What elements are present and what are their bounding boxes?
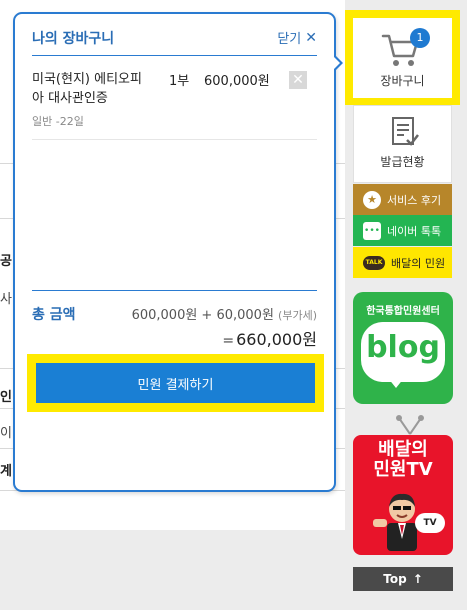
total-divider <box>32 290 317 291</box>
chat-icon: ••• <box>363 221 381 240</box>
sidebar-naver-label: 네이버 톡톡 <box>387 224 442 238</box>
scroll-top-label: Top <box>383 572 407 586</box>
sidebar-review-label: 서비스 후기 <box>387 193 442 207</box>
scroll-top-button[interactable]: Top ↑ <box>353 567 453 591</box>
kakao-talk-icon: TALK <box>363 255 385 270</box>
total-vat: (부가세) <box>278 309 317 322</box>
total-breakdown: 600,000원 + 60,000원 (부가세) <box>132 304 317 323</box>
background-fragment: 사 <box>0 292 12 307</box>
background-fragment: 이 <box>0 426 12 441</box>
cart-panel: 나의 장바구니 닫기 ✕ 미국(현지) 에티오피아 대사관인증 1부 600,0… <box>13 12 336 492</box>
cart-title: 나의 장바구니 <box>32 31 115 47</box>
cart-item-qty: 1부 <box>169 74 190 89</box>
background-fragment: 인 <box>0 390 12 405</box>
cart-item-name: 미국(현지) 에티오피아 대사관인증 <box>32 72 142 106</box>
sidebar-kakao-link[interactable]: TALK 배달의 민원 <box>353 247 452 278</box>
total-sum: = 660,000원 <box>222 326 317 350</box>
pay-button-highlight: 민원 결제하기 <box>27 354 324 412</box>
tv-title: 배달의 민원TV <box>353 440 453 480</box>
blog-logo-text: blog <box>366 330 440 365</box>
star-icon: ★ <box>363 190 381 209</box>
remove-item-button[interactable]: ✕ <box>289 71 307 89</box>
total-equals: = <box>222 333 235 349</box>
sidebar-review-link[interactable]: ★ 서비스 후기 <box>353 184 452 215</box>
blog-banner[interactable]: 한국통합민원센터 blog <box>353 292 453 404</box>
blog-bubble-tail <box>388 378 404 388</box>
sidebar-cart-tab[interactable]: 1 장바구니 <box>353 18 452 98</box>
sidebar-issue-label: 발급현황 <box>380 155 425 169</box>
cart-close-button[interactable]: 닫기 ✕ <box>277 28 317 48</box>
tv-title-line2: 민원TV <box>373 459 433 480</box>
cart-close-label: 닫기 <box>277 32 302 47</box>
arrow-up-icon: ↑ <box>412 572 423 586</box>
sidebar-naver-link[interactable]: ••• 네이버 톡톡 <box>353 215 452 246</box>
total-label: 총 금액 <box>32 307 76 323</box>
cart-count-badge: 1 <box>410 28 430 48</box>
sidebar-kakao-label: 배달의 민원 <box>391 256 446 270</box>
close-icon: ✕ <box>305 29 317 46</box>
background-fragment: 계 <box>0 464 12 479</box>
tv-antenna-icon <box>396 415 424 435</box>
document-check-icon <box>392 117 419 146</box>
sidebar-issue-tab[interactable]: 발급현황 <box>353 105 452 183</box>
close-icon: ✕ <box>292 72 304 88</box>
background-fragment: 공 <box>0 254 12 269</box>
cart-item: 미국(현지) 에티오피아 대사관인증 1부 600,000원 ✕ 일반 -22일 <box>32 70 317 140</box>
tv-title-line1: 배달의 <box>378 439 428 460</box>
cart-header: 나의 장바구니 닫기 ✕ <box>32 28 317 56</box>
sidebar-cart-label: 장바구니 <box>380 74 425 88</box>
total-sum-value: 660,000원 <box>236 330 317 349</box>
tv-speech-bubble: TV <box>415 513 445 533</box>
cart-pointer-inner <box>333 56 340 70</box>
total-breakdown-main: 600,000원 + 60,000원 <box>131 308 274 323</box>
cart-item-price: 600,000원 <box>204 74 270 89</box>
blog-title: 한국통합민원센터 <box>366 306 440 317</box>
cart-item-sub: 일반 -22일 <box>32 115 84 128</box>
pay-button[interactable]: 민원 결제하기 <box>36 363 315 403</box>
tv-banner[interactable]: 배달의 민원TV TV <box>353 435 453 555</box>
